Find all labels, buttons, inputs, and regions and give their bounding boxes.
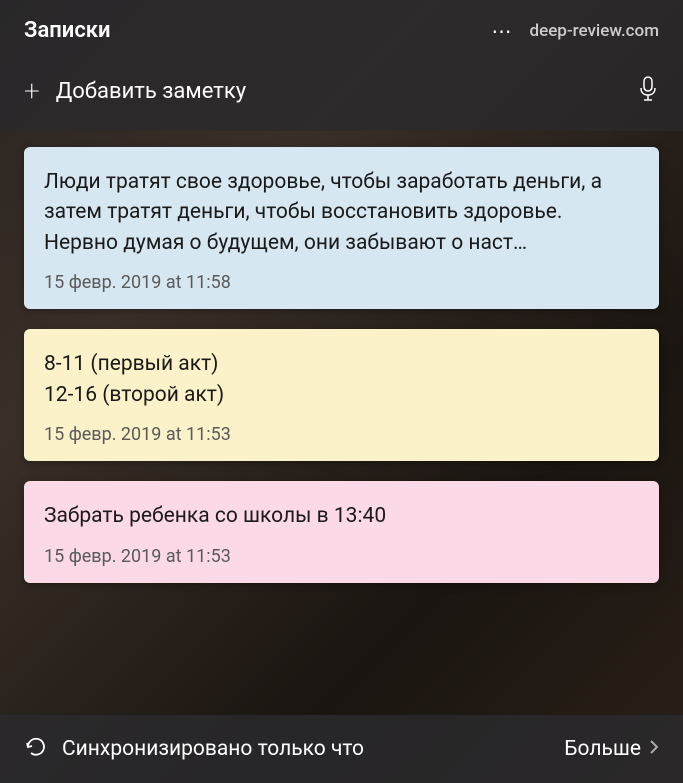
notes-list: Люди тратят свое здоровье, чтобы заработ… <box>0 131 683 583</box>
more-button[interactable]: Больше <box>564 737 659 761</box>
sync-icon[interactable] <box>24 735 48 763</box>
note-content: Забрать ребенка со школы в 13:40 <box>44 501 639 531</box>
note-card[interactable]: 8-11 (первый акт) 12-16 (второй акт) 15 … <box>24 329 659 461</box>
sync-bar: Синхронизировано только что Больше <box>0 715 683 783</box>
note-card[interactable]: Люди тратят свое здоровье, чтобы заработ… <box>24 147 659 309</box>
chevron-right-icon <box>649 737 659 761</box>
add-note-bar[interactable]: + Добавить заметку <box>0 55 683 131</box>
watermark: deep-review.com <box>530 21 659 41</box>
note-card[interactable]: Забрать ребенка со школы в 13:40 15 февр… <box>24 481 659 582</box>
note-timestamp: 15 февр. 2019 at 11:58 <box>44 272 639 293</box>
header: Записки ⋯ deep-review.com <box>0 0 683 55</box>
plus-icon: + <box>24 77 40 105</box>
microphone-icon[interactable] <box>637 75 659 107</box>
note-content: Люди тратят свое здоровье, чтобы заработ… <box>44 167 639 258</box>
note-timestamp: 15 февр. 2019 at 11:53 <box>44 424 639 445</box>
more-menu-icon[interactable]: ⋯ <box>492 19 514 43</box>
header-right: ⋯ deep-review.com <box>492 19 659 43</box>
note-content: 8-11 (первый акт) 12-16 (второй акт) <box>44 349 639 410</box>
more-label: Больше <box>564 737 641 761</box>
add-note-placeholder: Добавить заметку <box>56 79 621 104</box>
app-title: Записки <box>24 18 111 43</box>
sync-status: Синхронизировано только что <box>62 737 550 761</box>
note-timestamp: 15 февр. 2019 at 11:53 <box>44 546 639 567</box>
